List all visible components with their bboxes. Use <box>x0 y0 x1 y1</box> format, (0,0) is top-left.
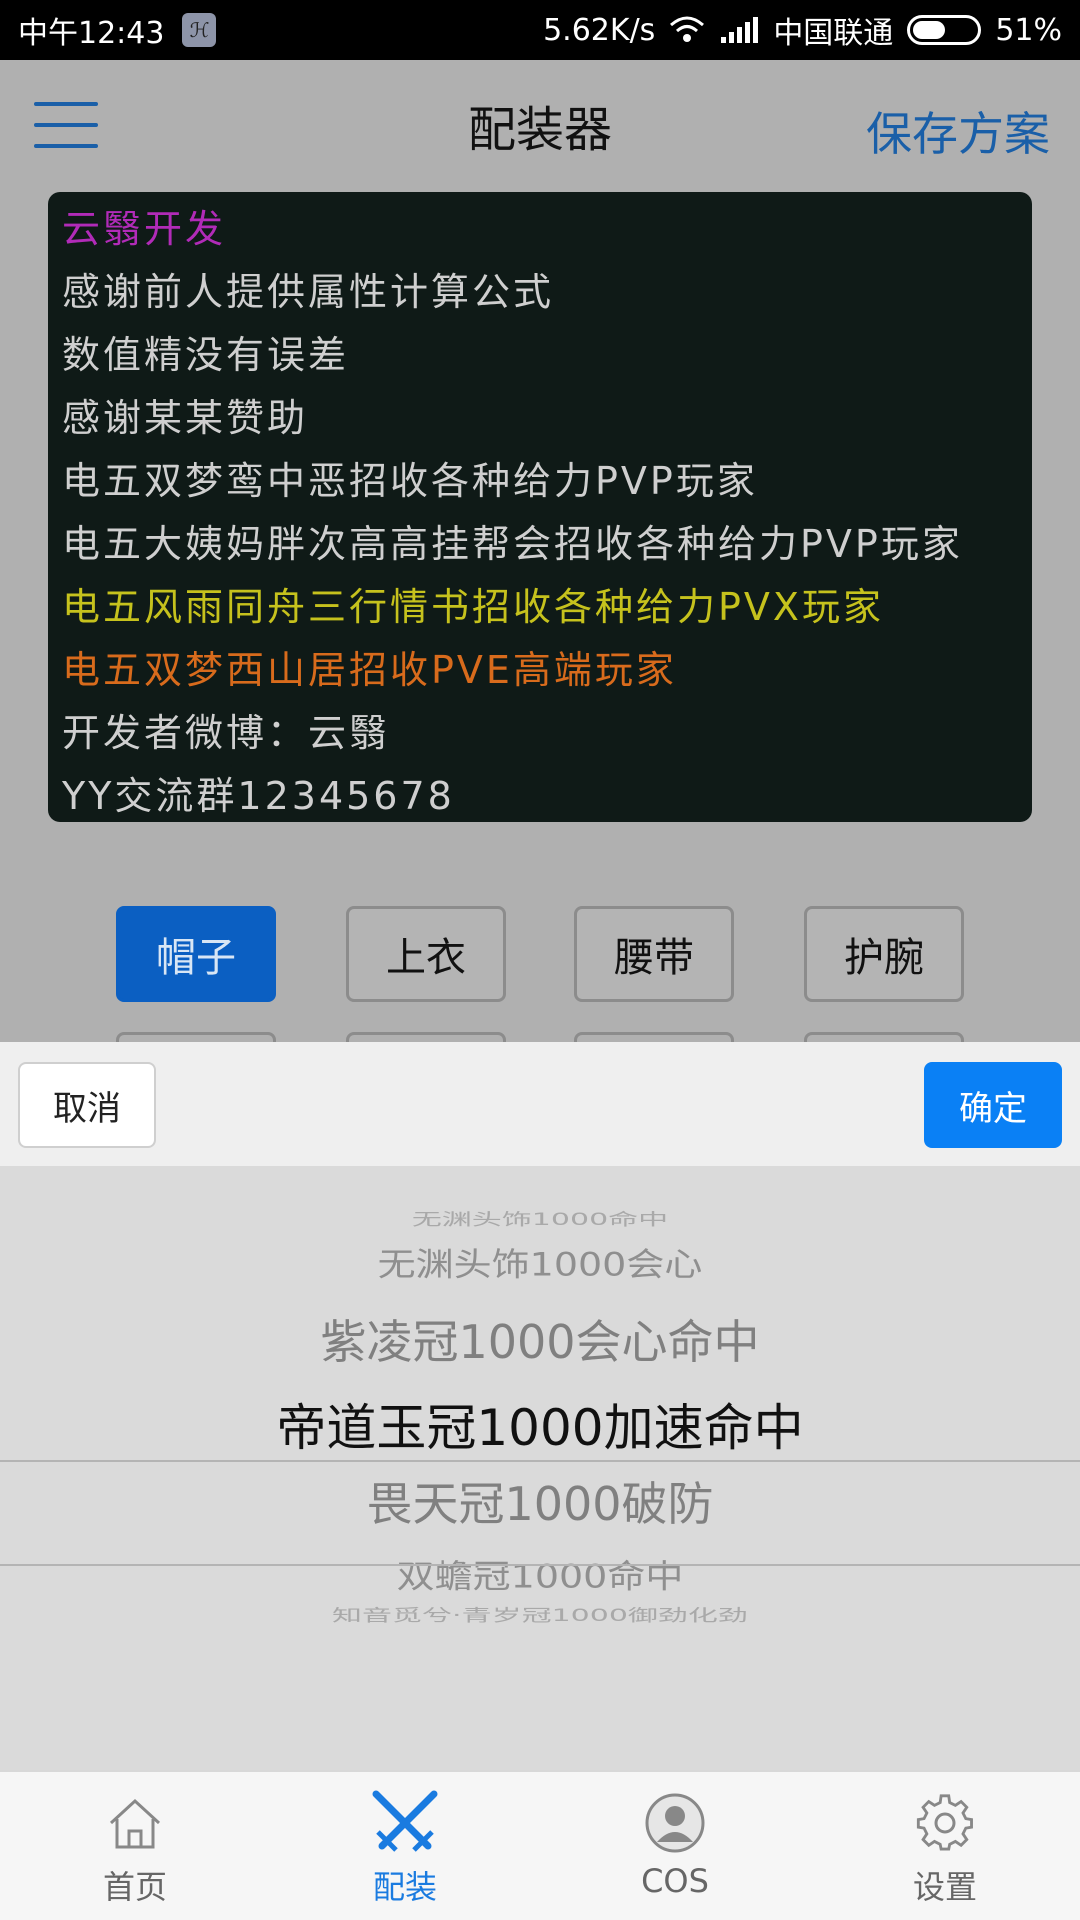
nav-settings[interactable]: 设置 <box>810 1772 1080 1920</box>
status-bar: 中午12:43 ℋ 5.62K/s 中国联通 51% <box>0 0 1080 60</box>
bottom-nav: 首页 配装 COS 设置 <box>0 1770 1080 1920</box>
info-panel: 云翳开发 感谢前人提供属性计算公式 数值精没有误差 感谢某某赞助 电五双梦鸾中恶… <box>48 192 1032 822</box>
info-line: 电五风雨同舟三行情书招收各种给力PVX玩家 <box>62 585 884 629</box>
gear-icon <box>910 1788 980 1858</box>
picker-wheel[interactable]: 无渊头饰1000命中 无渊头饰1000会心 紫凌冠1000会心命中 帝道玉冠10… <box>0 1166 1080 1770</box>
picker-option[interactable]: 畏天冠1000破防 <box>0 1468 1080 1534</box>
save-plan-button[interactable]: 保存方案 <box>866 98 1050 164</box>
nav-cos[interactable]: COS <box>540 1772 810 1920</box>
info-line: 云翳开发 <box>62 207 227 251</box>
battery-icon <box>907 15 982 45</box>
network-speed: 5.62K/s <box>543 12 656 48</box>
info-line: 感谢某某赞助 <box>62 396 309 440</box>
cancel-button[interactable]: 取消 <box>18 1062 156 1148</box>
info-line: 开发者微博：云翳 <box>62 711 391 755</box>
picker-option[interactable]: 知音觅兮·青岁冠1000御劲化劲 <box>0 1602 1080 1626</box>
nav-equip[interactable]: 配装 <box>270 1772 540 1920</box>
nav-label: COS <box>641 1862 709 1900</box>
tab-belt[interactable]: 腰带 <box>574 906 734 1002</box>
nav-label: 首页 <box>102 1868 167 1906</box>
picker-header: 取消 确定 <box>0 1042 1080 1166</box>
top-bar: 配装器 保存方案 <box>0 60 1080 190</box>
info-line: 数值精没有误差 <box>62 333 350 377</box>
app-notification-icon: ℋ <box>182 13 217 47</box>
picker-sheet: 取消 确定 无渊头饰1000命中 无渊头饰1000会心 紫凌冠1000会心命中 … <box>0 1042 1080 1770</box>
tab-bracer[interactable]: 护腕 <box>804 906 964 1002</box>
signal-icon <box>721 17 759 43</box>
info-line: 感谢前人提供属性计算公式 <box>62 270 555 314</box>
home-icon <box>100 1788 170 1858</box>
page-title: 配装器 <box>467 102 612 158</box>
status-time: 中午12:43 <box>18 16 165 51</box>
info-line: YY交流群12345678 <box>62 774 455 818</box>
picker-option-selected[interactable]: 帝道玉冠1000加速命中 <box>0 1388 1080 1460</box>
tab-hat[interactable]: 帽子 <box>116 906 276 1002</box>
carrier-name: 中国联通 <box>773 16 894 51</box>
equipment-tabs: 帽子 上衣 腰带 护腕 <box>0 906 1080 1006</box>
picker-option[interactable]: 双蟾冠1000命中 <box>0 1550 1080 1597</box>
wifi-icon <box>670 16 705 42</box>
selection-line-top <box>0 1460 1080 1462</box>
picker-option[interactable]: 紫凌冠1000会心命中 <box>0 1306 1080 1372</box>
picker-option[interactable]: 无渊头饰1000命中 <box>0 1206 1080 1230</box>
menu-icon[interactable] <box>34 102 98 148</box>
nav-label: 设置 <box>912 1868 977 1906</box>
crossed-swords-icon <box>370 1788 440 1858</box>
info-line: 电五大姨妈胖次高高挂帮会招收各种给力PVP玩家 <box>62 522 963 566</box>
info-line: 电五双梦鸾中恶招收各种给力PVP玩家 <box>62 459 758 503</box>
picker-option[interactable]: 无渊头饰1000会心 <box>0 1238 1080 1285</box>
battery-percent: 51% <box>995 12 1062 48</box>
profile-icon <box>640 1788 710 1858</box>
app-screen: 配装器 保存方案 云翳开发 感谢前人提供属性计算公式 数值精没有误差 感谢某某赞… <box>0 60 1080 1160</box>
nav-home[interactable]: 首页 <box>0 1772 270 1920</box>
selection-line-bottom <box>0 1564 1080 1566</box>
info-line: 电五双梦西山居招收PVE高端玩家 <box>62 648 677 692</box>
confirm-button[interactable]: 确定 <box>924 1062 1062 1148</box>
nav-label: 配装 <box>372 1868 437 1906</box>
tab-top[interactable]: 上衣 <box>346 906 506 1002</box>
